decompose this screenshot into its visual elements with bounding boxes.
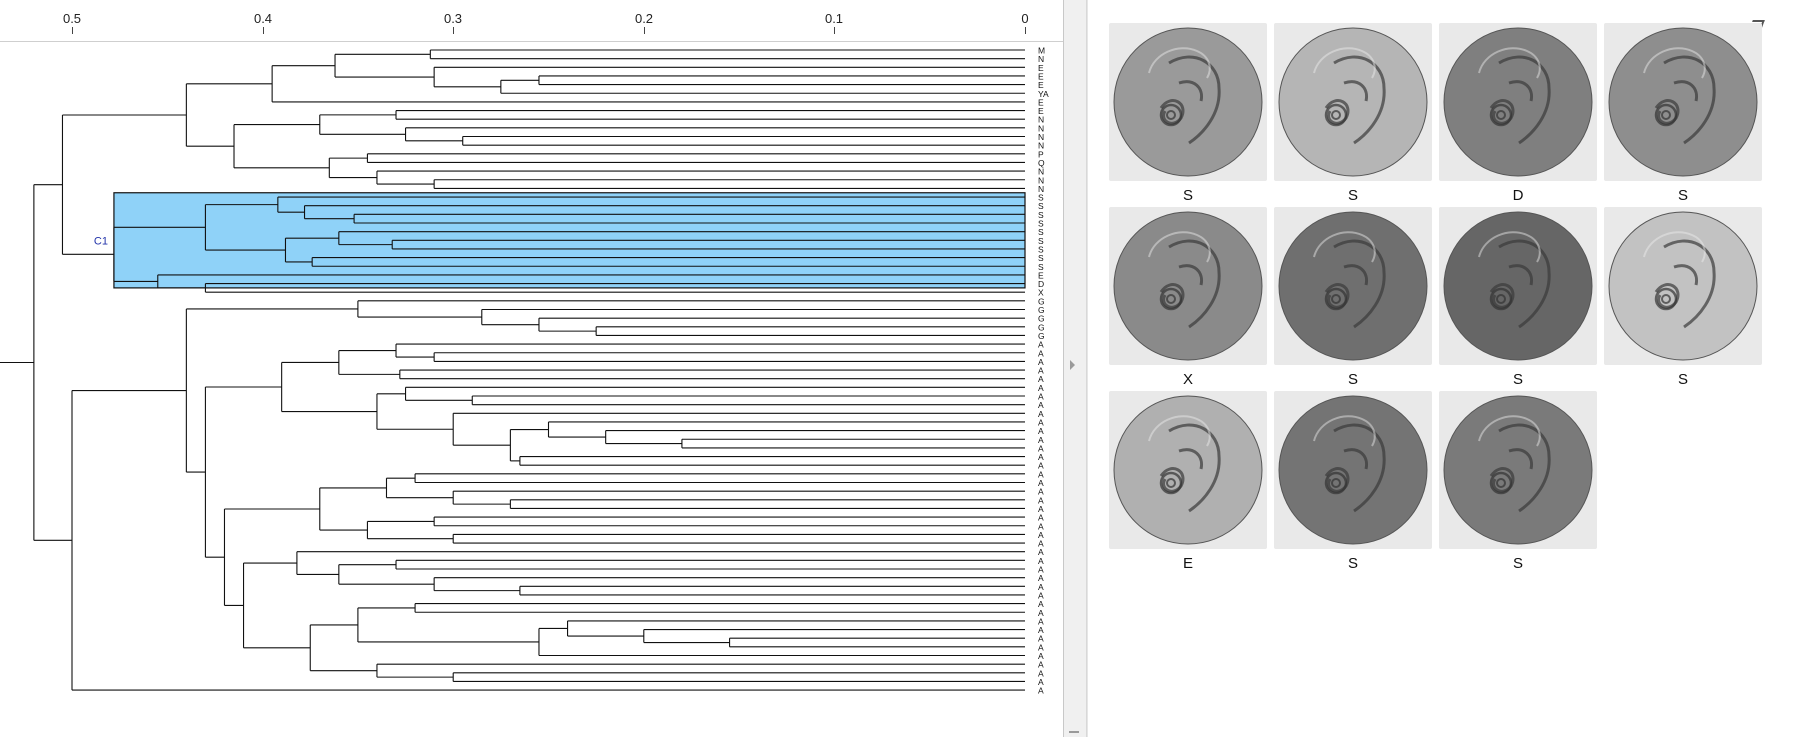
coin-gallery[interactable]: S S D S X S S S E S S — [1087, 0, 1815, 737]
axis-tick-label: 0.1 — [824, 11, 844, 26]
coin-image — [1443, 395, 1593, 545]
coin-image — [1608, 27, 1758, 177]
axis-tick-label: 0.2 — [634, 11, 654, 26]
coin-thumbnail[interactable] — [1274, 391, 1432, 549]
coin-thumbnail[interactable] — [1604, 207, 1762, 365]
coin-class-label: S — [1512, 555, 1523, 572]
splitter-grip-icon[interactable] — [1070, 360, 1075, 370]
axis-tick-label: 0 — [1021, 11, 1029, 26]
dendrogram-pane[interactable]: 0.5 0.4 0.3 0.2 0.1 0 C1 M N E E E YA E E N N N N P Q N… — [0, 0, 1063, 737]
coin-image — [1443, 27, 1593, 177]
coin-class-label: S — [1347, 187, 1358, 204]
coin-image — [1278, 27, 1428, 177]
coin-image — [1113, 27, 1263, 177]
axis-tick-label: 0.3 — [443, 11, 463, 26]
axis-tick-label: 0.4 — [253, 11, 273, 26]
dendrogram-tree[interactable]: C1MNEEEYAEENNNNPQNNNSSSSSSSSSEDXGGGGGAAA… — [0, 41, 1063, 737]
coin-image — [1113, 211, 1263, 361]
coin-image — [1443, 211, 1593, 361]
coin-class-label: D — [1512, 187, 1524, 204]
coin-class-label: S — [1347, 371, 1358, 388]
coin-thumbnail[interactable] — [1109, 391, 1267, 549]
coin-image — [1278, 211, 1428, 361]
coin-image — [1608, 211, 1758, 361]
coin-thumbnail[interactable] — [1604, 23, 1762, 181]
coin-thumbnail[interactable] — [1109, 207, 1267, 365]
axis-tick-mark — [453, 27, 454, 34]
coin-thumbnail[interactable] — [1439, 23, 1597, 181]
coin-thumbnail[interactable] — [1439, 391, 1597, 549]
cluster-label: C1 — [94, 235, 108, 247]
coin-image — [1278, 395, 1428, 545]
axis-tick-mark — [834, 27, 835, 34]
axis-tick-mark — [72, 27, 73, 34]
coin-thumbnail[interactable] — [1109, 23, 1267, 181]
coin-class-label: S — [1677, 187, 1688, 204]
leaf-label: A — [1038, 686, 1044, 696]
coin-class-label: E — [1182, 555, 1193, 572]
coin-class-label: S — [1677, 371, 1688, 388]
coin-image — [1113, 395, 1263, 545]
coin-thumbnail[interactable] — [1274, 207, 1432, 365]
axis-tick-mark — [644, 27, 645, 34]
axis-tick-mark — [263, 27, 264, 34]
coin-class-label: X — [1182, 371, 1193, 388]
coin-class-label: S — [1182, 187, 1193, 204]
axis-tick-label: 0.5 — [62, 11, 82, 26]
axis-tick-mark — [1025, 27, 1026, 34]
splitter-handle-icon — [1069, 731, 1079, 733]
coin-thumbnail[interactable] — [1274, 23, 1432, 181]
coin-thumbnail[interactable] — [1439, 207, 1597, 365]
distance-axis: 0.5 0.4 0.3 0.2 0.1 0 — [0, 0, 1063, 42]
coin-class-label: S — [1347, 555, 1358, 572]
coin-class-label: S — [1512, 371, 1523, 388]
pane-splitter[interactable] — [1063, 0, 1087, 737]
